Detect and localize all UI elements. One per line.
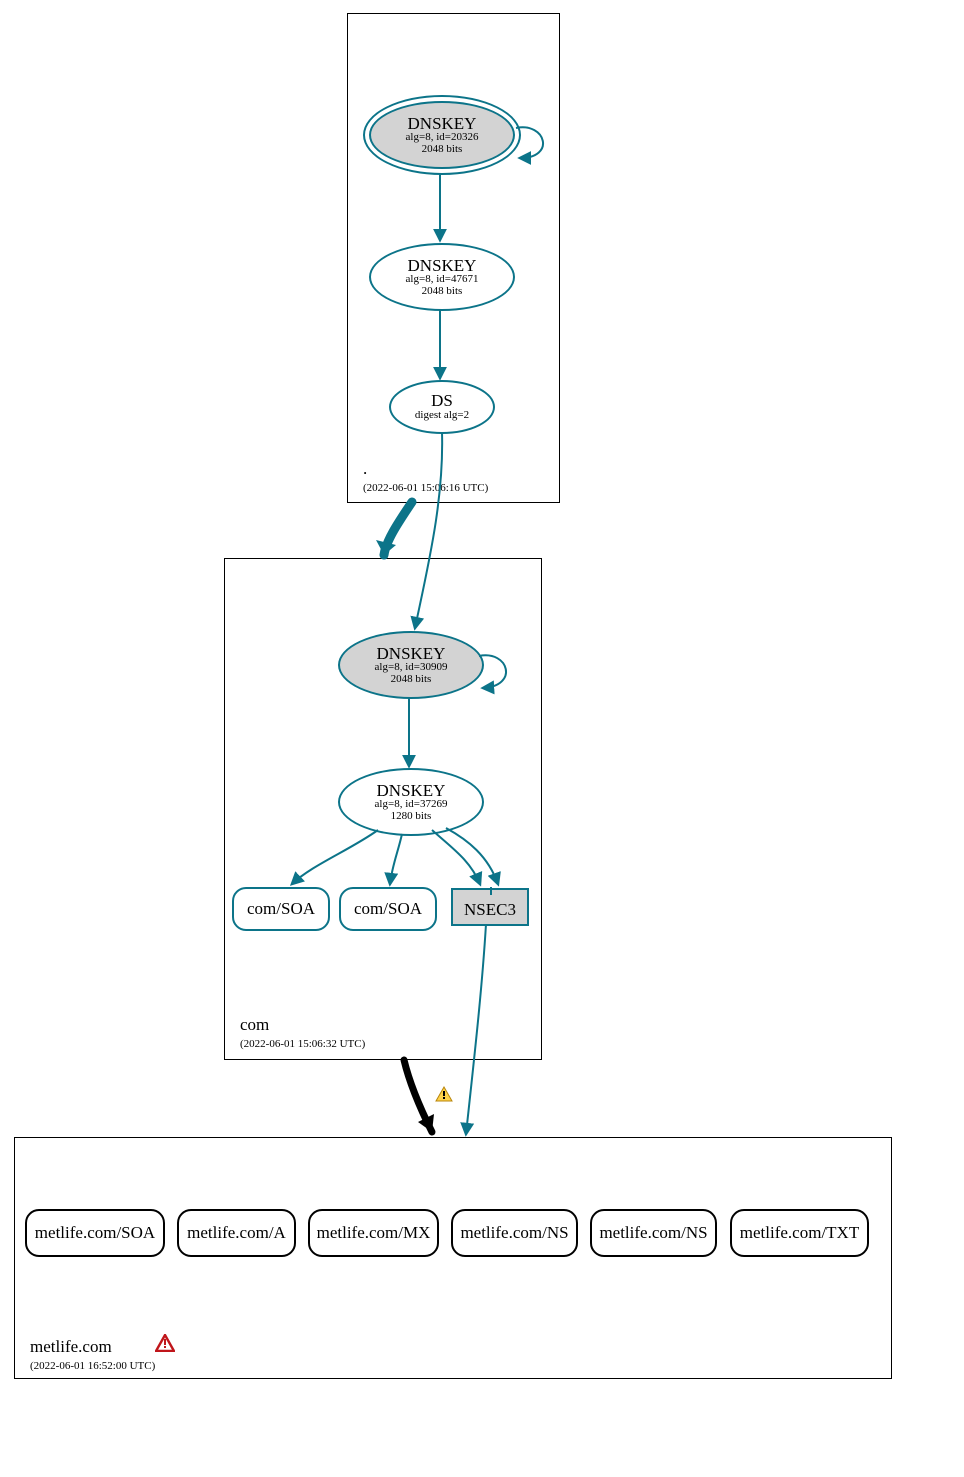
com-ksk[interactable]: DNSKEY alg=8, id=30909 2048 bits bbox=[338, 631, 484, 699]
root-zsk-sub2: 2048 bits bbox=[422, 286, 463, 298]
leaf-ns1-label: metlife.com/NS bbox=[460, 1223, 568, 1243]
zone-leaf-ts: (2022-06-01 16:52:00 UTC) bbox=[30, 1360, 155, 1372]
com-zsk-sub2: 1280 bits bbox=[391, 811, 432, 823]
zone-com-name: com bbox=[240, 1015, 269, 1035]
com-ksk-title: DNSKEY bbox=[377, 645, 446, 663]
warning-icon bbox=[435, 1086, 453, 1102]
zone-leaf bbox=[14, 1137, 892, 1379]
com-soa-1[interactable]: com/SOA bbox=[232, 887, 330, 931]
root-ds-title: DS bbox=[431, 392, 453, 410]
com-nsec3-label: NSEC3 bbox=[464, 900, 516, 920]
dnsviz-diagram: . (2022-06-01 15:06:16 UTC) DNSKEY alg=8… bbox=[0, 0, 964, 1477]
com-zsk[interactable]: DNSKEY alg=8, id=37269 1280 bits bbox=[338, 768, 484, 836]
edge-root-com-deleg bbox=[384, 502, 412, 555]
com-soa-1-label: com/SOA bbox=[247, 899, 315, 919]
root-ksk[interactable]: DNSKEY alg=8, id=20326 2048 bits bbox=[369, 101, 515, 169]
leaf-mx[interactable]: metlife.com/MX bbox=[308, 1209, 439, 1257]
leaf-a[interactable]: metlife.com/A bbox=[177, 1209, 296, 1257]
leaf-ns2[interactable]: metlife.com/NS bbox=[590, 1209, 717, 1257]
leaf-ns1[interactable]: metlife.com/NS bbox=[451, 1209, 578, 1257]
leaf-a-label: metlife.com/A bbox=[187, 1223, 286, 1243]
edge-com-leaf-deleg bbox=[404, 1060, 432, 1132]
leaf-soa[interactable]: metlife.com/SOA bbox=[25, 1209, 165, 1257]
leaf-ns2-label: metlife.com/NS bbox=[599, 1223, 707, 1243]
leaf-txt-label: metlife.com/TXT bbox=[740, 1223, 859, 1243]
root-ksk-title: DNSKEY bbox=[408, 115, 477, 133]
com-soa-2[interactable]: com/SOA bbox=[339, 887, 437, 931]
com-zsk-title: DNSKEY bbox=[377, 782, 446, 800]
leaf-txt[interactable]: metlife.com/TXT bbox=[730, 1209, 869, 1257]
leaf-mx-label: metlife.com/MX bbox=[317, 1223, 431, 1243]
zone-com-ts: (2022-06-01 15:06:32 UTC) bbox=[240, 1038, 365, 1050]
zone-root-ts: (2022-06-01 15:06:16 UTC) bbox=[363, 482, 488, 494]
root-zsk[interactable]: DNSKEY alg=8, id=47671 2048 bits bbox=[369, 243, 515, 311]
root-ksk-sub2: 2048 bits bbox=[422, 144, 463, 156]
error-icon bbox=[155, 1334, 173, 1350]
root-ds[interactable]: DS digest alg=2 bbox=[389, 380, 495, 434]
zone-leaf-name: metlife.com bbox=[30, 1337, 112, 1357]
com-nsec3[interactable]: NSEC3 bbox=[451, 894, 529, 926]
root-ds-sub1: digest alg=2 bbox=[415, 410, 469, 422]
com-soa-2-label: com/SOA bbox=[354, 899, 422, 919]
root-zsk-title: DNSKEY bbox=[408, 257, 477, 275]
zone-root-name: . bbox=[363, 459, 367, 479]
com-ksk-sub2: 2048 bits bbox=[391, 674, 432, 686]
leaf-soa-label: metlife.com/SOA bbox=[35, 1223, 155, 1243]
